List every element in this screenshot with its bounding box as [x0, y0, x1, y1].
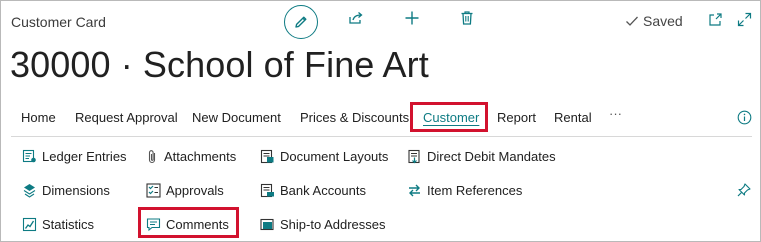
- menu-item-label: Attachments: [164, 148, 237, 164]
- exchange-icon: [409, 184, 420, 196]
- expand-button[interactable]: [736, 11, 752, 27]
- dimensions-icon: [23, 183, 36, 198]
- edit-button[interactable]: [284, 5, 318, 39]
- checkmark-icon: [626, 16, 638, 26]
- new-button[interactable]: [403, 9, 421, 27]
- share-button[interactable]: [347, 9, 365, 27]
- menu-item-approvals[interactable]: Approvals: [146, 181, 224, 199]
- open-in-new-window-icon: [708, 12, 722, 26]
- card-title: Customer Card: [11, 14, 106, 30]
- plus-icon: [405, 11, 419, 25]
- menu-item-label: Statistics: [42, 216, 95, 232]
- menu-item-attachments[interactable]: Attachments: [146, 147, 236, 165]
- menu-item-ledger-entries[interactable]: Ledger Entries: [22, 147, 127, 165]
- menu-item-bank-accounts[interactable]: Bank Accounts: [260, 181, 366, 199]
- tab-request-approval[interactable]: Request Approval: [75, 110, 178, 125]
- document-layout-icon: [260, 149, 274, 163]
- more-tabs-button[interactable]: ···: [609, 106, 622, 121]
- ledger-icon: [22, 149, 36, 162]
- approvals-icon: [146, 182, 161, 198]
- customer-tab-highlight: [410, 102, 488, 132]
- menu-item-label: Document Layouts: [280, 148, 389, 164]
- menu-item-label: Ship-to Addresses: [280, 216, 386, 232]
- saved-status: Saved: [625, 13, 683, 29]
- tab-new-document[interactable]: New Document: [192, 110, 281, 125]
- tab-report[interactable]: Report: [497, 110, 536, 125]
- menu-item-label: Comments: [166, 216, 229, 232]
- top-actions: [284, 5, 318, 39]
- action-bar: Home Request Approval New Document Price…: [1, 105, 761, 133]
- menu-item-ship-to-addresses[interactable]: Ship-to Addresses: [260, 215, 386, 233]
- expand-icon: [737, 12, 751, 26]
- open-new-window-button[interactable]: [707, 11, 723, 27]
- comment-icon: [146, 217, 161, 231]
- menu-item-direct-debit-mandates[interactable]: Direct Debit Mandates: [407, 147, 556, 165]
- share-icon: [349, 12, 363, 24]
- menu-item-document-layouts[interactable]: Document Layouts: [260, 147, 388, 165]
- pencil-icon: [295, 16, 307, 28]
- menu-item-comments[interactable]: Comments: [146, 215, 229, 233]
- trash-icon: [461, 11, 473, 25]
- menu-item-label: Item References: [427, 182, 523, 198]
- tab-rental[interactable]: Rental: [554, 110, 592, 125]
- menu-item-item-references[interactable]: Item References: [407, 181, 522, 199]
- address-icon: [260, 218, 274, 230]
- menu-item-label: Direct Debit Mandates: [427, 148, 556, 164]
- menu-item-label: Dimensions: [42, 182, 110, 198]
- page-title: 30000 · School of Fine Art: [10, 44, 429, 85]
- menu-item-label: Approvals: [166, 182, 224, 198]
- pin-icon[interactable]: [736, 182, 752, 198]
- customer-card-window: Customer Card Saved 30000 · School of Fi…: [0, 0, 761, 242]
- menu-item-label: Ledger Entries: [42, 148, 127, 164]
- menu-item-label: Bank Accounts: [280, 182, 366, 198]
- mandate-icon: [408, 149, 420, 163]
- statistics-icon: [22, 217, 37, 231]
- tab-home[interactable]: Home: [21, 110, 56, 125]
- divider: [11, 136, 752, 137]
- saved-label: Saved: [643, 13, 683, 29]
- menu-item-statistics[interactable]: Statistics: [22, 215, 94, 233]
- bank-icon: [260, 183, 274, 197]
- tab-prices-discounts[interactable]: Prices & Discounts: [300, 110, 409, 125]
- paperclip-icon: [148, 149, 156, 163]
- menu-item-dimensions[interactable]: Dimensions: [22, 181, 110, 199]
- info-icon[interactable]: [737, 110, 752, 125]
- delete-button[interactable]: [458, 9, 476, 27]
